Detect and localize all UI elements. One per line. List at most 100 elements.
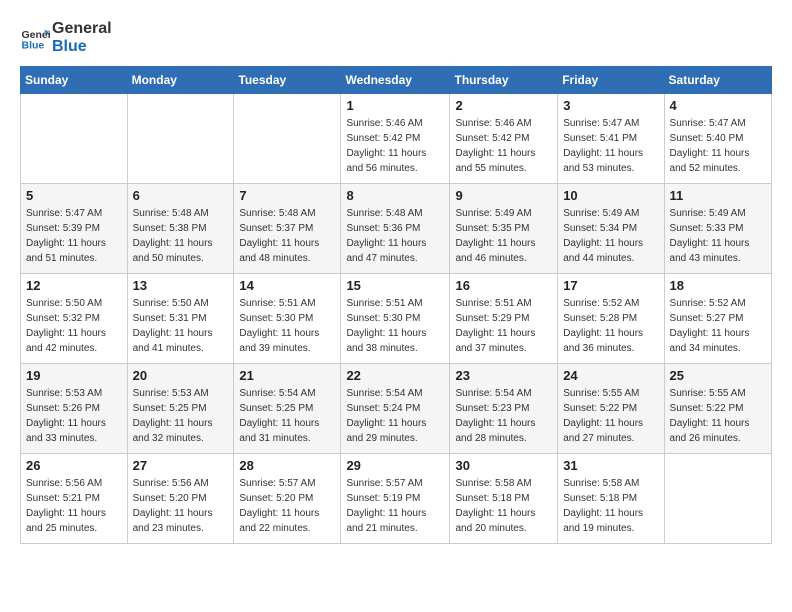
calendar-cell: 21 Sunrise: 5:54 AM Sunset: 5:25 PM Dayli… (234, 364, 341, 454)
day-info: Sunrise: 5:56 AM Sunset: 5:21 PM Dayligh… (26, 476, 122, 536)
day-number: 7 (239, 188, 335, 203)
calendar-cell: 14Sunrise: 5:51 AM Sunset: 5:30 PM Dayli… (234, 274, 341, 364)
calendar-cell (234, 94, 341, 184)
day-number: 8 (346, 188, 444, 203)
calendar-cell: 30 Sunrise: 5:58 AM Sunset: 5:18 PM Dayli… (450, 454, 558, 544)
day-info: Sunrise: 5:47 AM Sunset: 5:39 PM Dayligh… (26, 206, 122, 266)
day-number: 11 (670, 188, 766, 203)
calendar-table: SundayMondayTuesdayWednesdayThursdayFrid… (20, 66, 772, 544)
calendar-cell: 5 Sunrise: 5:47 AM Sunset: 5:39 PM Daylig… (21, 184, 128, 274)
calendar-cell (21, 94, 128, 184)
calendar-cell: 15Sunrise: 5:51 AM Sunset: 5:30 PM Dayli… (341, 274, 450, 364)
calendar-week-row: 5 Sunrise: 5:47 AM Sunset: 5:39 PM Daylig… (21, 184, 772, 274)
day-info: Sunrise: 5:58 AM Sunset: 5:18 PM Dayligh… (455, 476, 552, 536)
day-number: 18 (670, 278, 766, 293)
calendar-cell: 13 Sunrise: 5:50 AM Sunset: 5:31 PM Dayli… (127, 274, 234, 364)
day-number: 30 (455, 458, 552, 473)
calendar-cell (127, 94, 234, 184)
day-number: 10 (563, 188, 658, 203)
logo-text-blue: Blue (52, 38, 112, 56)
day-info: Sunrise: 5:57 AM Sunset: 5:19 PM Dayligh… (346, 476, 444, 536)
calendar-cell: 9Sunrise: 5:49 AM Sunset: 5:35 PM Daylig… (450, 184, 558, 274)
day-number: 25 (670, 368, 766, 383)
day-info: Sunrise: 5:52 AM Sunset: 5:28 PM Dayligh… (563, 296, 658, 356)
day-number: 22 (346, 368, 444, 383)
logo-icon: General Blue (20, 23, 50, 53)
page-header: General Blue General Blue (20, 20, 772, 56)
day-info: Sunrise: 5:47 AM Sunset: 5:40 PM Dayligh… (670, 116, 766, 176)
day-number: 28 (239, 458, 335, 473)
day-info: Sunrise: 5:48 AM Sunset: 5:38 PM Dayligh… (133, 206, 229, 266)
calendar-cell: 25 Sunrise: 5:55 AM Sunset: 5:22 PM Dayli… (664, 364, 771, 454)
day-info: Sunrise: 5:55 AM Sunset: 5:22 PM Dayligh… (670, 386, 766, 446)
day-number: 17 (563, 278, 658, 293)
day-number: 21 (239, 368, 335, 383)
weekday-header-row: SundayMondayTuesdayWednesdayThursdayFrid… (21, 67, 772, 94)
calendar-cell: 1Sunrise: 5:46 AM Sunset: 5:42 PM Daylig… (341, 94, 450, 184)
day-info: Sunrise: 5:46 AM Sunset: 5:42 PM Dayligh… (455, 116, 552, 176)
svg-text:Blue: Blue (22, 40, 45, 52)
calendar-cell: 11 Sunrise: 5:49 AM Sunset: 5:33 PM Dayli… (664, 184, 771, 274)
calendar-week-row: 26 Sunrise: 5:56 AM Sunset: 5:21 PM Dayli… (21, 454, 772, 544)
calendar-cell: 26 Sunrise: 5:56 AM Sunset: 5:21 PM Dayli… (21, 454, 128, 544)
calendar-cell: 16 Sunrise: 5:51 AM Sunset: 5:29 PM Dayli… (450, 274, 558, 364)
calendar-cell: 24 Sunrise: 5:55 AM Sunset: 5:22 PM Dayli… (558, 364, 664, 454)
calendar-week-row: 19 Sunrise: 5:53 AM Sunset: 5:26 PM Dayli… (21, 364, 772, 454)
weekday-header-sunday: Sunday (21, 67, 128, 94)
day-number: 26 (26, 458, 122, 473)
day-info: Sunrise: 5:49 AM Sunset: 5:34 PM Dayligh… (563, 206, 658, 266)
day-number: 14 (239, 278, 335, 293)
day-info: Sunrise: 5:54 AM Sunset: 5:25 PM Dayligh… (239, 386, 335, 446)
calendar-cell: 10 Sunrise: 5:49 AM Sunset: 5:34 PM Dayli… (558, 184, 664, 274)
day-info: Sunrise: 5:57 AM Sunset: 5:20 PM Dayligh… (239, 476, 335, 536)
calendar-cell: 3Sunrise: 5:47 AM Sunset: 5:41 PM Daylig… (558, 94, 664, 184)
day-number: 27 (133, 458, 229, 473)
day-number: 16 (455, 278, 552, 293)
calendar-cell: 7Sunrise: 5:48 AM Sunset: 5:37 PM Daylig… (234, 184, 341, 274)
calendar-week-row: 12Sunrise: 5:50 AM Sunset: 5:32 PM Dayli… (21, 274, 772, 364)
calendar-cell: 20Sunrise: 5:53 AM Sunset: 5:25 PM Dayli… (127, 364, 234, 454)
day-info: Sunrise: 5:55 AM Sunset: 5:22 PM Dayligh… (563, 386, 658, 446)
calendar-cell: 6Sunrise: 5:48 AM Sunset: 5:38 PM Daylig… (127, 184, 234, 274)
calendar-cell: 8 Sunrise: 5:48 AM Sunset: 5:36 PM Daylig… (341, 184, 450, 274)
day-number: 2 (455, 98, 552, 113)
weekday-header-tuesday: Tuesday (234, 67, 341, 94)
calendar-cell: 2 Sunrise: 5:46 AM Sunset: 5:42 PM Daylig… (450, 94, 558, 184)
day-info: Sunrise: 5:50 AM Sunset: 5:31 PM Dayligh… (133, 296, 229, 356)
day-number: 19 (26, 368, 122, 383)
day-number: 23 (455, 368, 552, 383)
day-number: 4 (670, 98, 766, 113)
day-info: Sunrise: 5:46 AM Sunset: 5:42 PM Dayligh… (346, 116, 444, 176)
day-info: Sunrise: 5:48 AM Sunset: 5:36 PM Dayligh… (346, 206, 444, 266)
logo: General Blue General Blue (20, 20, 112, 56)
calendar-cell: 18 Sunrise: 5:52 AM Sunset: 5:27 PM Dayli… (664, 274, 771, 364)
calendar-cell: 4 Sunrise: 5:47 AM Sunset: 5:40 PM Daylig… (664, 94, 771, 184)
weekday-header-monday: Monday (127, 67, 234, 94)
calendar-week-row: 1Sunrise: 5:46 AM Sunset: 5:42 PM Daylig… (21, 94, 772, 184)
day-info: Sunrise: 5:51 AM Sunset: 5:30 PM Dayligh… (346, 296, 444, 356)
day-number: 20 (133, 368, 229, 383)
calendar-cell: 27 Sunrise: 5:56 AM Sunset: 5:20 PM Dayli… (127, 454, 234, 544)
day-info: Sunrise: 5:53 AM Sunset: 5:26 PM Dayligh… (26, 386, 122, 446)
day-number: 13 (133, 278, 229, 293)
day-number: 5 (26, 188, 122, 203)
weekday-header-friday: Friday (558, 67, 664, 94)
day-info: Sunrise: 5:47 AM Sunset: 5:41 PM Dayligh… (563, 116, 658, 176)
calendar-cell: 28 Sunrise: 5:57 AM Sunset: 5:20 PM Dayli… (234, 454, 341, 544)
calendar-cell: 12Sunrise: 5:50 AM Sunset: 5:32 PM Dayli… (21, 274, 128, 364)
calendar-cell: 31Sunrise: 5:58 AM Sunset: 5:18 PM Dayli… (558, 454, 664, 544)
day-number: 24 (563, 368, 658, 383)
calendar-cell: 17 Sunrise: 5:52 AM Sunset: 5:28 PM Dayli… (558, 274, 664, 364)
weekday-header-saturday: Saturday (664, 67, 771, 94)
calendar-cell: 29Sunrise: 5:57 AM Sunset: 5:19 PM Dayli… (341, 454, 450, 544)
day-info: Sunrise: 5:56 AM Sunset: 5:20 PM Dayligh… (133, 476, 229, 536)
day-number: 12 (26, 278, 122, 293)
weekday-header-wednesday: Wednesday (341, 67, 450, 94)
day-info: Sunrise: 5:51 AM Sunset: 5:29 PM Dayligh… (455, 296, 552, 356)
weekday-header-thursday: Thursday (450, 67, 558, 94)
day-number: 31 (563, 458, 658, 473)
calendar-cell: 23Sunrise: 5:54 AM Sunset: 5:23 PM Dayli… (450, 364, 558, 454)
logo-text-general: General (52, 20, 112, 38)
day-info: Sunrise: 5:49 AM Sunset: 5:33 PM Dayligh… (670, 206, 766, 266)
day-info: Sunrise: 5:52 AM Sunset: 5:27 PM Dayligh… (670, 296, 766, 356)
